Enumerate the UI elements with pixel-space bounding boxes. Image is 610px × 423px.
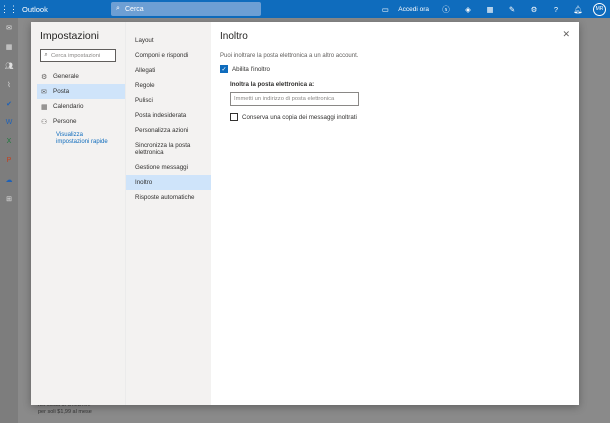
category-persone[interactable]: ⚇ Persone: [37, 114, 125, 129]
mail-icon: ✉: [41, 88, 47, 96]
settings-title: Impostazioni: [40, 30, 99, 42]
notifications-icon[interactable]: 🔔︎: [567, 0, 589, 18]
enable-forwarding-row[interactable]: ✓ Abilita l'inoltro: [220, 65, 570, 73]
subcategory-attachments[interactable]: Allegati: [126, 63, 211, 78]
enable-forwarding-label: Abilita l'inoltro: [232, 65, 270, 73]
category-label: Posta: [53, 88, 70, 95]
skype-icon[interactable]: ⓢ: [435, 0, 457, 18]
excel-rail-icon[interactable]: X: [0, 132, 18, 151]
enable-forwarding-checkbox[interactable]: ✓: [220, 65, 228, 73]
apps-rail-icon[interactable]: ⊞: [0, 189, 18, 208]
forward-to-label: Inoltra la posta elettronica a:: [230, 81, 315, 88]
close-icon[interactable]: ✕: [562, 29, 570, 40]
category-label: Generale: [53, 73, 79, 80]
powerpoint-rail-icon[interactable]: P: [0, 151, 18, 170]
category-label: Calendario: [53, 103, 84, 110]
search-icon: ⌕: [44, 52, 48, 58]
quick-settings-link[interactable]: Visualizza impostazioni rapide: [56, 132, 119, 146]
subcategory-layout[interactable]: Layout: [126, 33, 211, 48]
subcategory-forwarding[interactable]: Inoltro: [126, 175, 211, 190]
teams-icon[interactable]: ◈: [457, 0, 479, 18]
subcategory-sweep[interactable]: Pulisci: [126, 93, 211, 108]
category-calendario[interactable]: ▦ Calendario: [37, 99, 125, 114]
forwarding-options: Inoltra la posta elettronica a: Immetti …: [230, 81, 570, 121]
onedrive-rail-icon[interactable]: ☁: [0, 170, 18, 189]
feedback-icon[interactable]: ✎: [501, 0, 523, 18]
people-rail-icon[interactable]: 👥︎: [0, 56, 18, 75]
subcategory-actions[interactable]: Personalizza azioni: [126, 123, 211, 138]
subcategory-auto-replies[interactable]: Risposte automatiche: [126, 190, 211, 205]
settings-search-placeholder: Cerca impostazioni: [51, 52, 101, 59]
attach-rail-icon[interactable]: ⌇: [0, 75, 18, 94]
word-rail-icon[interactable]: W: [0, 113, 18, 132]
app-header: ⋮⋮ Outlook ⌕ Cerca ▭ Accedi ora ⓢ ◈ ▦ ✎ …: [0, 0, 610, 18]
header-actions: ▭ Accedi ora ⓢ ◈ ▦ ✎ ⚙ ? 🔔︎ MR: [374, 0, 610, 18]
subcategory-rules[interactable]: Regole: [126, 78, 211, 93]
keep-copy-label: Conserva una copia dei messaggi inoltrat…: [242, 113, 357, 121]
keep-copy-checkbox[interactable]: [230, 113, 238, 121]
settings-subcategories: Layout Componi e rispondi Allegati Regol…: [125, 22, 211, 405]
calendar-rail-icon[interactable]: ▦: [0, 37, 18, 56]
help-icon[interactable]: ?: [545, 0, 567, 18]
app-rail: ✉ ▦ 👥︎ ⌇ ✔ W X P ☁ ⊞: [0, 18, 18, 423]
subcategory-junk[interactable]: Posta indesiderata: [126, 108, 211, 123]
app-name[interactable]: Outlook: [22, 5, 48, 14]
quick-link-line: impostazioni rapide: [56, 139, 108, 146]
keep-copy-row[interactable]: Conserva una copia dei messaggi inoltrat…: [230, 113, 570, 121]
video-call-icon[interactable]: ▭: [374, 0, 396, 18]
signin-link[interactable]: Accedi ora: [396, 6, 435, 13]
quick-link-line: Visualizza: [56, 132, 83, 138]
avatar[interactable]: MR: [593, 2, 606, 16]
settings-search-input[interactable]: ⌕ Cerca impostazioni: [40, 49, 116, 62]
subcategory-sync[interactable]: Sincronizza la posta elettronica: [126, 138, 211, 160]
forward-email-input[interactable]: Immetti un indirizzo di posta elettronic…: [230, 92, 359, 106]
settings-categories: Impostazioni ⌕ Cerca impostazioni ⚙ Gene…: [31, 22, 125, 405]
mail-rail-icon[interactable]: ✉: [0, 18, 18, 37]
subcategory-message-handling[interactable]: Gestione messaggi: [126, 160, 211, 175]
settings-dialog: Impostazioni ⌕ Cerca impostazioni ⚙ Gene…: [31, 22, 579, 405]
calendar-icon: ▦: [41, 103, 48, 111]
settings-gear-icon[interactable]: ⚙: [523, 0, 545, 18]
promo-line: per soli $1,99 al mese: [38, 409, 92, 415]
panel-title: Inoltro: [220, 31, 248, 42]
calendar-icon[interactable]: ▦: [479, 0, 501, 18]
todo-rail-icon[interactable]: ✔: [0, 94, 18, 113]
category-generale[interactable]: ⚙ Generale: [37, 69, 125, 84]
email-placeholder: Immetti un indirizzo di posta elettronic…: [234, 96, 335, 102]
category-posta[interactable]: ✉ Posta: [37, 84, 125, 99]
search-placeholder: Cerca: [125, 5, 144, 13]
search-box[interactable]: ⌕ Cerca: [111, 2, 261, 16]
search-icon: ⌕: [116, 5, 120, 12]
category-label: Persone: [53, 118, 77, 125]
subcategory-compose[interactable]: Componi e rispondi: [126, 48, 211, 63]
app-launcher-icon[interactable]: ⋮⋮: [0, 0, 18, 18]
people-icon: ⚇: [41, 118, 48, 126]
gear-icon: ⚙: [41, 73, 48, 81]
panel-description: Puoi inoltrare la posta elettronica a un…: [220, 53, 359, 59]
forwarding-panel: Inoltro ✕ Puoi inoltrare la posta elettr…: [211, 22, 579, 405]
